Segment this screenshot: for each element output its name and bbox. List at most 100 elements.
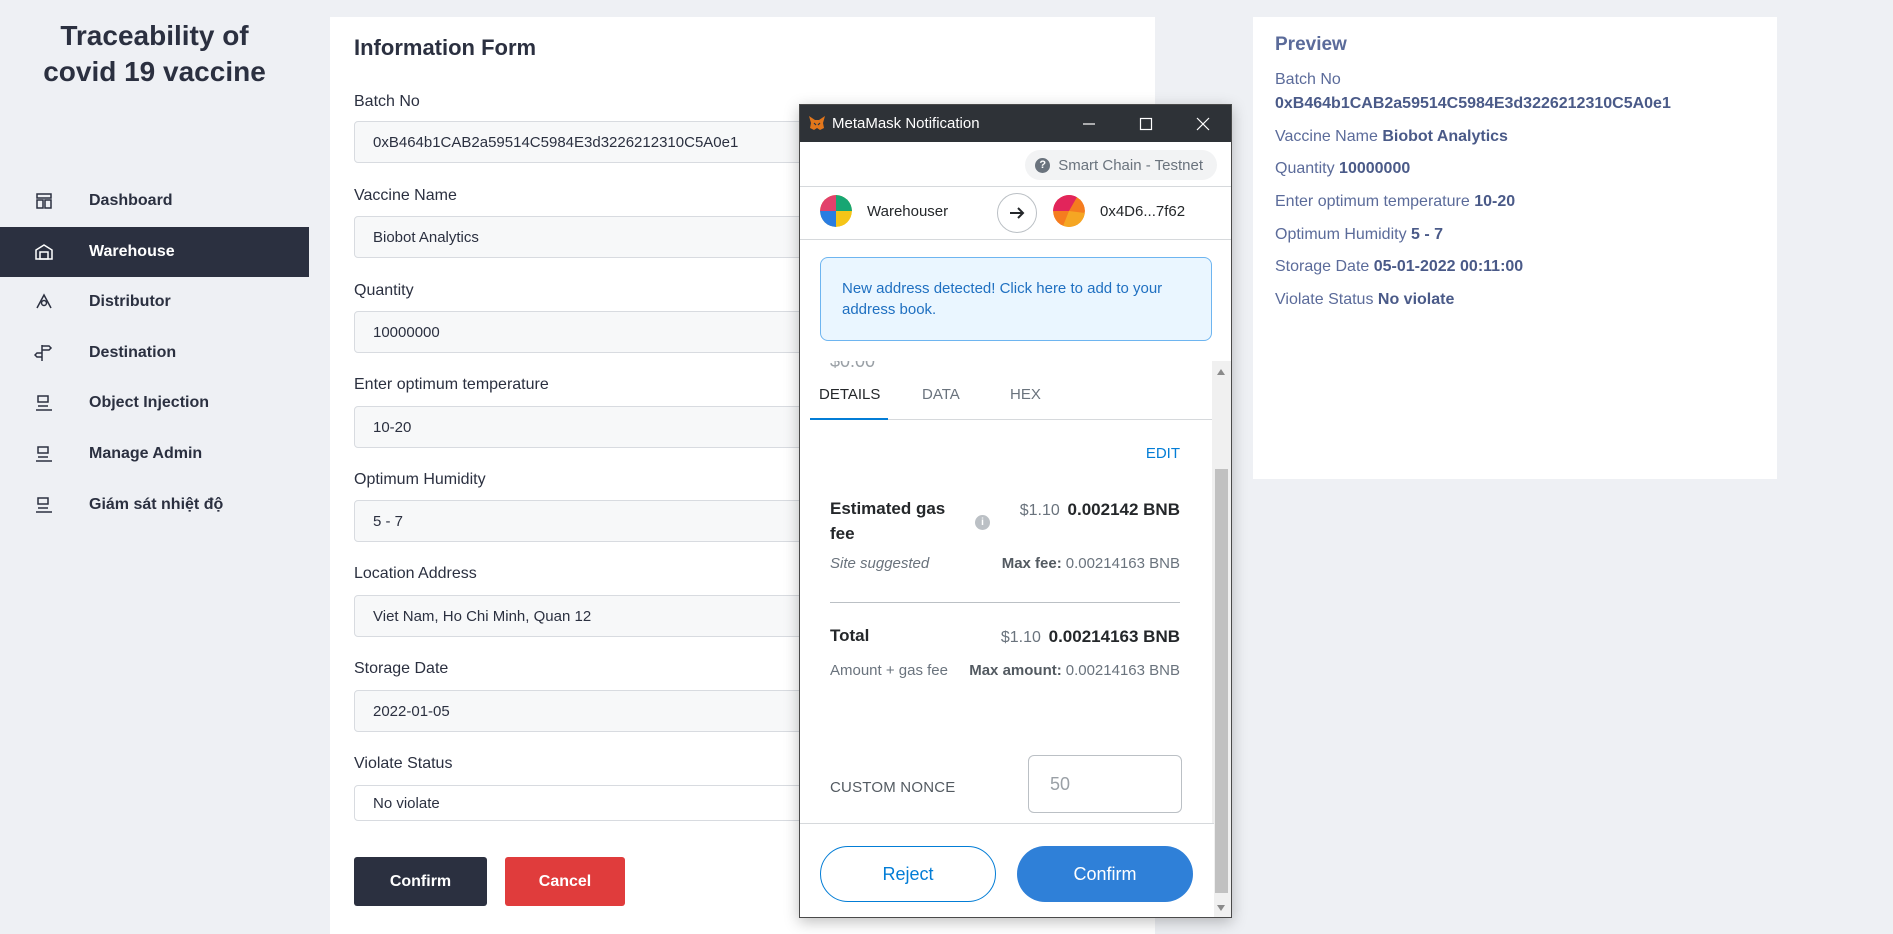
reject-button[interactable]: Reject bbox=[820, 846, 996, 902]
preview-storage-date: Storage Date 05-01-2022 00:11:00 bbox=[1275, 258, 1523, 276]
metamask-footer: Reject Confirm bbox=[800, 823, 1214, 917]
sidebar-item-label: Object Injection bbox=[89, 394, 210, 412]
metamask-titlebar[interactable]: MetaMask Notification bbox=[800, 105, 1231, 142]
form-confirm-button[interactable]: Confirm bbox=[354, 857, 487, 906]
metamask-window-title: MetaMask Notification bbox=[832, 115, 980, 132]
destination-icon bbox=[33, 343, 54, 363]
recipient-address: 0x4D6...7f62 bbox=[1100, 202, 1186, 220]
temperature-icon bbox=[34, 495, 54, 515]
account-row: Warehouser 0x4D6...7f62 bbox=[800, 186, 1231, 240]
quantity-label: Quantity bbox=[354, 282, 414, 299]
details-scrollbar[interactable] bbox=[1212, 361, 1231, 917]
preview-quantity-label: Quantity bbox=[1275, 160, 1335, 177]
distributor-icon bbox=[34, 292, 54, 312]
max-amount: Max amount: 0.00214163 BNB bbox=[969, 662, 1180, 679]
sidebar-item-destination[interactable]: Destination bbox=[0, 328, 309, 378]
preview-humidity-label: Optimum Humidity bbox=[1275, 226, 1407, 243]
tab-data[interactable]: DATA bbox=[922, 386, 960, 403]
sidebar-item-label: Manage Admin bbox=[89, 444, 203, 462]
tab-details[interactable]: DETAILS bbox=[819, 386, 880, 403]
custom-nonce-label: CUSTOM NONCE bbox=[830, 779, 956, 796]
preview-batch-value: 0xB464b1CAB2a59514C5984E3d3226212310C5A0… bbox=[1275, 95, 1671, 113]
help-icon: ? bbox=[1035, 157, 1051, 173]
preview-temperature-value: 10-20 bbox=[1474, 193, 1516, 210]
preview-batch-label: Batch No bbox=[1275, 71, 1341, 88]
maximize-icon[interactable] bbox=[1118, 105, 1174, 142]
total-label: Total bbox=[830, 626, 870, 645]
scroll-down-icon[interactable] bbox=[1217, 905, 1225, 911]
tab-hex[interactable]: HEX bbox=[1010, 386, 1041, 403]
preview-humidity-value: 5 - 7 bbox=[1411, 226, 1444, 243]
estimated-gas-fee-label: Estimated gas fee bbox=[830, 499, 946, 543]
preview-vaccine: Vaccine Name Biobot Analytics bbox=[1275, 128, 1508, 146]
sidebar-item-label: Dashboard bbox=[89, 192, 173, 209]
estimated-gas-fee-amount: $1.10 0.002142 BNB bbox=[1020, 500, 1180, 520]
arrow-right-icon bbox=[997, 193, 1037, 233]
admin-icon bbox=[34, 444, 54, 464]
preview-violate-status: Violate Status No violate bbox=[1275, 291, 1454, 309]
max-amount-value: 0.00214163 BNB bbox=[1065, 662, 1180, 679]
preview-vaccine-value: Biobot Analytics bbox=[1382, 128, 1508, 145]
gas-fee-fiat: $1.10 bbox=[1019, 502, 1060, 519]
app-brand: Traceability of covid 19 vaccine bbox=[0, 18, 309, 90]
metamask-fox-icon bbox=[808, 114, 826, 132]
sidebar-item-object-injection[interactable]: Object Injection bbox=[0, 378, 309, 428]
max-fee: Max fee: 0.00214163 BNB bbox=[1002, 555, 1180, 572]
info-icon[interactable]: i bbox=[975, 515, 990, 530]
batch-no-label: Batch No bbox=[354, 93, 420, 110]
preview-panel: Preview Batch No 0xB464b1CAB2a59514C5984… bbox=[1253, 17, 1777, 479]
sidebar-item-temperature-monitor[interactable]: Giám sát nhiệt độ bbox=[0, 480, 309, 530]
active-tab-indicator bbox=[810, 418, 888, 420]
sidebar-nav: Dashboard Warehouse Distributor Destinat… bbox=[0, 176, 309, 530]
sidebar-item-label: Destination bbox=[89, 343, 177, 361]
details-divider bbox=[830, 602, 1180, 603]
network-selector[interactable]: ? Smart Chain - Testnet bbox=[1025, 150, 1217, 180]
dashboard-icon bbox=[34, 191, 54, 211]
scrollbar-thumb[interactable] bbox=[1215, 469, 1228, 893]
vaccine-name-label: Vaccine Name bbox=[354, 187, 457, 204]
minimize-icon[interactable] bbox=[1061, 105, 1117, 142]
preview-quantity: Quantity 10000000 bbox=[1275, 160, 1410, 178]
total-amount: $1.10 0.00214163 BNB bbox=[1001, 627, 1180, 647]
brand-line-1: Traceability of bbox=[60, 20, 249, 51]
storage-date-label: Storage Date bbox=[354, 660, 449, 677]
sidebar-item-warehouse[interactable]: Warehouse bbox=[0, 226, 309, 277]
metamask-confirm-button[interactable]: Confirm bbox=[1017, 846, 1193, 902]
warehouse-icon bbox=[34, 242, 54, 262]
total-bnb: 0.00214163 BNB bbox=[1048, 627, 1180, 646]
sidebar-item-dashboard[interactable]: Dashboard bbox=[0, 176, 309, 226]
preview-temperature: Enter optimum temperature 10-20 bbox=[1275, 193, 1515, 211]
preview-temperature-label: Enter optimum temperature bbox=[1275, 193, 1470, 210]
location-address-label: Location Address bbox=[354, 565, 477, 582]
preview-vaccine-label: Vaccine Name bbox=[1275, 128, 1378, 145]
edit-gas-link[interactable]: EDIT bbox=[1146, 445, 1180, 462]
metamask-notification-window: MetaMask Notification ? Smart Chain - Te… bbox=[799, 104, 1232, 918]
close-icon[interactable] bbox=[1175, 105, 1231, 142]
custom-nonce-input[interactable]: 50 bbox=[1028, 755, 1182, 813]
sidebar-item-label: Warehouse bbox=[89, 242, 175, 260]
max-fee-label: Max fee: bbox=[1001, 555, 1062, 572]
recipient-account[interactable]: 0x4D6...7f62 bbox=[1053, 195, 1185, 227]
transaction-value-partial: $0.00 bbox=[830, 361, 876, 371]
sender-account-name: Warehouser bbox=[867, 202, 949, 220]
sidebar-item-manage-admin[interactable]: Manage Admin bbox=[0, 429, 309, 479]
total-fiat: $1.10 bbox=[1000, 629, 1041, 646]
sidebar: Traceability of covid 19 vaccine Dashboa… bbox=[0, 0, 309, 934]
temperature-label: Enter optimum temperature bbox=[354, 376, 549, 393]
scroll-up-icon[interactable] bbox=[1217, 369, 1225, 375]
sidebar-item-distributor[interactable]: Distributor bbox=[0, 277, 309, 327]
transaction-details-scroll[interactable]: $0.00 DETAILS DATA HEX EDIT Estimated ga… bbox=[800, 361, 1214, 820]
preview-batch-value-text: 0xB464b1CAB2a59514C5984E3d3226212310C5A0… bbox=[1275, 95, 1671, 112]
preview-storage-value: 05-01-2022 00:11:00 bbox=[1373, 258, 1524, 275]
form-cancel-button[interactable]: Cancel bbox=[505, 857, 625, 906]
form-title: Information Form bbox=[354, 35, 537, 60]
max-fee-value: 0.00214163 BNB bbox=[1065, 555, 1180, 572]
network-name: Smart Chain - Testnet bbox=[1058, 156, 1203, 174]
sender-account[interactable]: Warehouser bbox=[820, 195, 948, 227]
new-address-notice[interactable]: New address detected! Click here to add … bbox=[820, 257, 1212, 341]
gas-fee-bnb: 0.002142 BNB bbox=[1067, 500, 1180, 519]
sidebar-item-label: Giám sát nhiệt độ bbox=[89, 495, 224, 513]
preview-title: Preview bbox=[1275, 34, 1347, 55]
recipient-avatar bbox=[1053, 195, 1085, 227]
sender-avatar bbox=[820, 195, 852, 227]
